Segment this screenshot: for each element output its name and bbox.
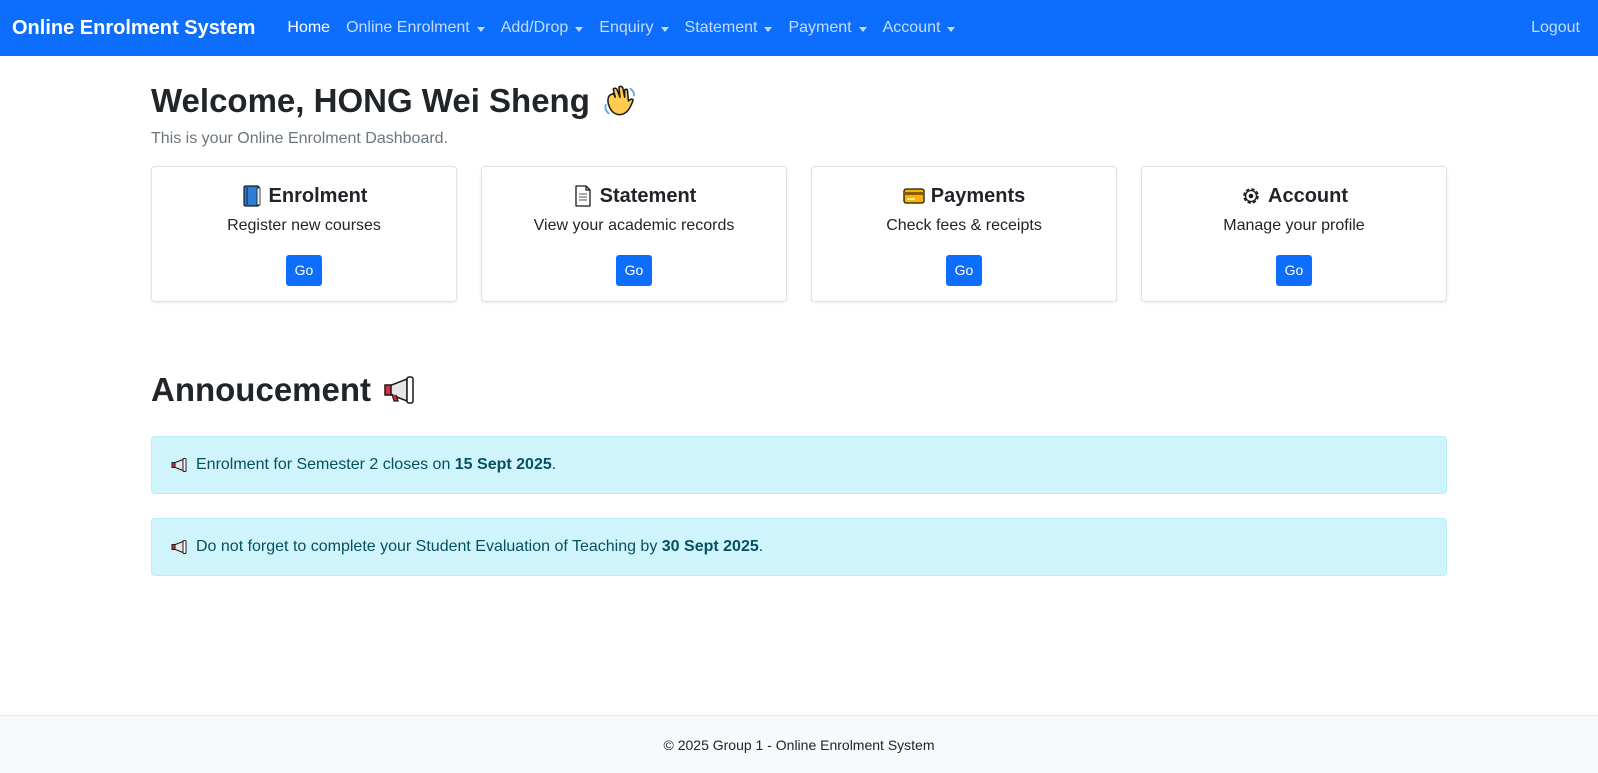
statement-go-button[interactable]: Go	[616, 255, 652, 286]
card-title-text: Enrolment	[268, 184, 368, 207]
caret-down-icon	[858, 26, 867, 32]
nav-add-drop[interactable]: Add/Drop	[493, 19, 592, 37]
document-icon	[574, 185, 591, 207]
card-title: Enrolment	[152, 183, 456, 209]
card-title: Account	[1142, 183, 1446, 209]
card-title: Payments	[812, 183, 1116, 209]
credit-card-icon	[903, 188, 925, 204]
nav-account[interactable]: Account	[875, 19, 964, 37]
dashboard-subtitle: This is your Online Enrolment Dashboard.	[151, 130, 449, 147]
announcement-suffix: .	[758, 538, 764, 555]
waving-hand-icon	[604, 85, 635, 116]
announcement-date: 30 Sept 2025	[661, 538, 759, 555]
welcome-text: Welcome, HONG Wei Sheng	[151, 82, 590, 119]
caret-down-icon	[947, 26, 956, 32]
announcement-prefix: Do not forget to complete your Student E…	[196, 538, 662, 555]
announcement-alert: Do not forget to complete your Student E…	[151, 518, 1447, 576]
announcement-prefix: Enrolment for Semester 2 closes on	[196, 456, 455, 473]
card-text: Register new courses	[227, 217, 381, 234]
nav-payment[interactable]: Payment	[780, 19, 874, 37]
card-text: View your academic records	[533, 217, 735, 234]
card-statement: Statement View your academic records Go	[481, 166, 787, 302]
card-title: Statement	[482, 183, 786, 209]
card-title-text: Payments	[930, 184, 1026, 207]
nav-payment-label: Payment	[788, 19, 852, 36]
nav-statement-label: Statement	[684, 19, 758, 36]
page-footer: © 2025 Group 1 - Online Enrolment System	[0, 715, 1598, 773]
gear-icon	[1243, 188, 1259, 204]
caret-down-icon	[660, 26, 669, 32]
welcome-heading: Welcome, HONG Wei Sheng	[151, 78, 1447, 124]
nav-home[interactable]: Home	[279, 19, 338, 37]
announcement-date: 15 Sept 2025	[454, 456, 552, 473]
nav-enquiry-label: Enquiry	[599, 19, 654, 36]
caret-down-icon	[575, 26, 584, 32]
megaphone-icon	[171, 458, 187, 472]
card-enrolment: Enrolment Register new courses Go	[151, 166, 457, 302]
card-title-text: Statement	[599, 184, 697, 207]
payments-go-button[interactable]: Go	[946, 255, 982, 286]
enrolment-go-button[interactable]: Go	[286, 255, 322, 286]
nav-home-label: Home	[287, 19, 331, 36]
nav-statement[interactable]: Statement	[677, 19, 781, 37]
nav-enquiry[interactable]: Enquiry	[591, 19, 676, 37]
card-account: Account Manage your profile Go	[1141, 166, 1447, 302]
announcement-title-text: Annoucement	[151, 371, 372, 408]
card-payments: Payments Check fees & receipts Go	[811, 166, 1117, 302]
nav-online-enrolment-label: Online Enrolment	[346, 19, 470, 36]
dashboard-cards: Enrolment Register new courses Go Statem…	[151, 166, 1447, 302]
caret-down-icon	[764, 26, 773, 32]
announcement-text: Enrolment for Semester 2 closes on 15 Se…	[196, 456, 556, 474]
account-go-button[interactable]: Go	[1276, 255, 1312, 286]
announcement-suffix: .	[551, 456, 557, 473]
caret-down-icon	[476, 26, 485, 32]
main-content: Welcome, HONG Wei Sheng This is your Onl…	[151, 78, 1447, 576]
brand-link[interactable]: Online Enrolment System	[12, 17, 255, 40]
announcement-text: Do not forget to complete your Student E…	[196, 538, 763, 556]
book-icon	[242, 185, 260, 207]
announcement-heading: Annoucement	[151, 368, 1447, 412]
card-text: Check fees & receipts	[886, 217, 1042, 234]
announcement-alert: Enrolment for Semester 2 closes on 15 Se…	[151, 436, 1447, 494]
logout-link[interactable]: Logout	[1531, 0, 1580, 56]
nav-menu: Home Online Enrolment Add/Drop Enquiry S…	[279, 19, 963, 37]
footer-text: © 2025 Group 1 - Online Enrolment System	[663, 736, 935, 753]
nav-online-enrolment[interactable]: Online Enrolment	[338, 19, 493, 37]
nav-add-drop-label: Add/Drop	[500, 19, 569, 36]
card-title-text: Account	[1268, 184, 1348, 207]
megaphone-icon	[384, 376, 414, 404]
card-text: Manage your profile	[1223, 217, 1365, 234]
top-navbar: Online Enrolment System Home Online Enro…	[0, 0, 1598, 56]
nav-account-label: Account	[882, 19, 941, 36]
megaphone-icon	[171, 540, 187, 554]
